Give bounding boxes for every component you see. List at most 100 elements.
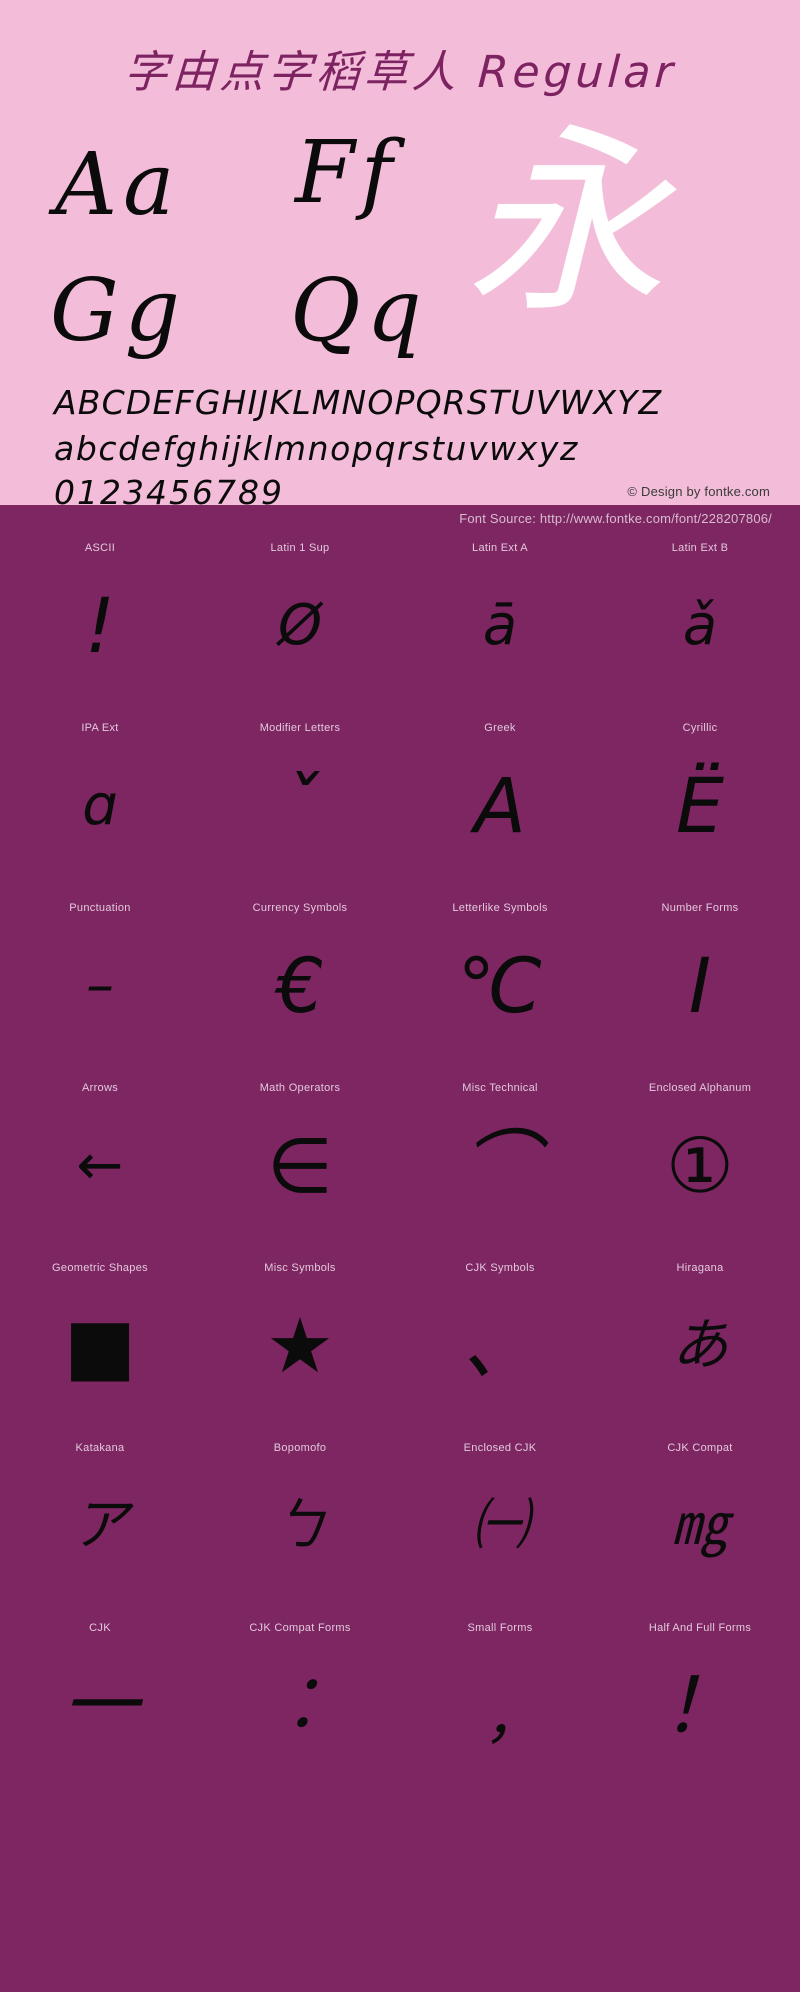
unicode-block-cell[interactable]: ASCII!	[0, 531, 200, 711]
unicode-block-cell[interactable]: Arrows ←	[0, 1071, 200, 1251]
unicode-block-sample-glyph: ★	[265, 1301, 335, 1390]
unicode-block-sample-glyph: Ⅰ	[688, 941, 712, 1030]
unicode-block-label: Punctuation	[69, 902, 131, 914]
unicode-block-sample-glyph: ㎎	[672, 1493, 728, 1558]
unicode-block-row: Punctuation – Currency Symbols € Letterlike …	[0, 891, 800, 1071]
unicode-block-label: Latin 1 Sup	[270, 542, 330, 554]
unicode-block-sample-glyph: ㄅ	[272, 1493, 328, 1558]
unicode-block-label: Latin Ext B	[671, 542, 729, 554]
unicode-block-sample-glyph: ！	[662, 1661, 738, 1750]
unicode-block-cell[interactable]: Latin Ext A ā	[400, 531, 600, 711]
unicode-block-sample-glyph: あ	[672, 1313, 728, 1378]
unicode-block-cell[interactable]: CJK Compat Forms ︰	[200, 1611, 400, 1811]
unicode-block-sample-glyph: ←	[76, 1133, 124, 1198]
alphabet-uppercase: ABCDEFGHIJKLMNOPQRSTUVWXYZ	[54, 383, 663, 422]
unicode-block-cell[interactable]: Math Operators ∈	[200, 1071, 400, 1251]
alphabet-lowercase: abcdefghijklmnopqrstuvwxyz	[54, 429, 579, 468]
letter-pair-gg: Gg	[50, 261, 186, 361]
letter-pair-aa: Aa	[55, 135, 181, 235]
font-title-row: 字由点字稻草人 Regular	[0, 34, 800, 112]
unicode-block-sample-glyph: Ø	[277, 593, 323, 658]
unicode-block-label: CJK Compat Forms	[249, 1622, 351, 1634]
unicode-block-label: Letterlike Symbols	[452, 902, 548, 914]
unicode-block-sample-glyph: ㈠	[472, 1493, 528, 1558]
unicode-block-label: Geometric Shapes	[52, 1262, 148, 1274]
unicode-block-sample-glyph: 一	[62, 1661, 138, 1750]
unicode-block-label: Number Forms	[661, 902, 739, 914]
unicode-block-label: IPA Ext	[81, 722, 119, 734]
unicode-block-cell[interactable]: Katakana ア	[0, 1431, 200, 1611]
unicode-block-cell[interactable]: Hiragana あ	[600, 1251, 800, 1431]
unicode-block-sample-glyph: ℃	[457, 941, 543, 1030]
unicode-block-cell[interactable]: Enclosed Alphanum ①	[600, 1071, 800, 1251]
unicode-block-sample-glyph: ア	[72, 1493, 128, 1558]
unicode-block-label: Arrows	[81, 1082, 119, 1094]
unicode-block-sample-glyph: Α	[474, 761, 526, 850]
unicode-block-sample-glyph: ①	[665, 1121, 735, 1210]
unicode-block-sample-glyph: 、	[462, 1301, 538, 1390]
unicode-block-label: Latin Ext A	[472, 542, 528, 554]
unicode-block-cell[interactable]: Misc Symbols ★	[200, 1251, 400, 1431]
font-source-bar: Font Source: http://www.fontke.com/font/…	[0, 505, 800, 531]
unicode-block-cell[interactable]: Modifier Letters ˇ	[200, 711, 400, 891]
unicode-block-sample-glyph: –	[86, 953, 114, 1018]
unicode-block-sample-glyph: ɑ	[82, 773, 118, 838]
unicode-block-cell[interactable]: IPA Ext ɑ	[0, 711, 200, 891]
unicode-block-cell[interactable]: Letterlike Symbols ℃	[400, 891, 600, 1071]
unicode-block-label: Math Operators	[259, 1082, 341, 1094]
unicode-block-label: Hiragana	[676, 1262, 724, 1274]
unicode-block-cell[interactable]: Bopomofo ㄅ	[200, 1431, 400, 1611]
unicode-block-sample-glyph: Ë	[675, 761, 725, 850]
unicode-block-sample-glyph: ˇ	[281, 761, 319, 850]
unicode-block-label: Misc Symbols	[264, 1262, 336, 1274]
unicode-block-label: CJK Compat	[667, 1442, 733, 1454]
unicode-block-row: ASCII! Latin 1 Sup Ø Latin Ext Aā Latin Ext …	[0, 531, 800, 711]
unicode-block-cell[interactable]: Number Forms Ⅰ	[600, 891, 800, 1071]
unicode-block-cell[interactable]: CJK 一	[0, 1611, 200, 1811]
unicode-block-cell[interactable]: Punctuation –	[0, 891, 200, 1071]
unicode-block-label: Greek	[484, 722, 516, 734]
unicode-block-cell[interactable]: Currency Symbols €	[200, 891, 400, 1071]
unicode-block-row: CJK 一 CJK Compat Forms ︰ Small Forms ﹐ Half An…	[0, 1611, 800, 1811]
unicode-block-label: ASCII	[84, 542, 116, 554]
unicode-block-label: Katakana	[75, 1442, 125, 1454]
unicode-block-sample-glyph: ∈	[266, 1121, 334, 1210]
unicode-block-label: Misc Technical	[462, 1082, 538, 1094]
unicode-block-sample-glyph: €	[275, 941, 325, 1030]
unicode-block-cell[interactable]: Cyrillic Ë	[600, 711, 800, 891]
unicode-block-label: Enclosed CJK	[463, 1442, 537, 1454]
font-specimen-page: 字由点字稻草人 Regular Aa Ff Gg Qq 永 ABCDEFGHIJ…	[0, 0, 800, 1992]
unicode-block-cell[interactable]: Half And Full Forms ！	[600, 1611, 800, 1811]
font-source-link[interactable]: Font Source: http://www.fontke.com/font/…	[459, 511, 800, 526]
unicode-block-sample-glyph: ǎ	[682, 593, 718, 658]
unicode-block-cell[interactable]: CJK Compat ㎎	[600, 1431, 800, 1611]
unicode-block-cell[interactable]: CJK Symbols 、	[400, 1251, 600, 1431]
unicode-block-cell[interactable]: Latin Ext B ǎ	[600, 531, 800, 711]
letter-pair-ff: Ff	[295, 123, 399, 223]
unicode-block-row: Katakana ア Bopomofo ㄅ Enclosed CJK ㈠ CJK Compa…	[0, 1431, 800, 1611]
unicode-block-label: CJK	[89, 1622, 111, 1634]
unicode-block-sample-glyph: ﹐	[462, 1661, 538, 1750]
copyright-notice: © Design by fontke.com	[627, 484, 770, 499]
unicode-block-row: Geometric Shapes ■ Misc Symbols ★ CJK Symbol…	[0, 1251, 800, 1431]
unicode-block-grid: ASCII! Latin 1 Sup Ø Latin Ext Aā Latin Ext …	[0, 531, 800, 1992]
unicode-block-cell[interactable]: Latin 1 Sup Ø	[200, 531, 400, 711]
unicode-block-label: Enclosed Alphanum	[648, 1082, 752, 1094]
unicode-block-cell[interactable]: Misc Technical ⌒	[400, 1071, 600, 1251]
large-letter-samples: Aa Ff Gg Qq 永	[0, 120, 800, 370]
unicode-block-label: Modifier Letters	[259, 722, 341, 734]
unicode-block-cell[interactable]: Greek Α	[400, 711, 600, 891]
unicode-block-row: Arrows ← Math Operators ∈ Misc Technical ⌒ Enc…	[0, 1071, 800, 1251]
unicode-block-cell[interactable]: Geometric Shapes ■	[0, 1251, 200, 1431]
unicode-block-cell[interactable]: Small Forms ﹐	[400, 1611, 600, 1811]
unicode-block-label: Bopomofo	[273, 1442, 327, 1454]
letter-pair-qq: Qq	[290, 261, 428, 361]
font-name-title: 字由点字稻草人 Regular	[122, 47, 678, 98]
unicode-block-sample-glyph: ︰	[262, 1661, 338, 1750]
unicode-block-label: Small Forms	[467, 1622, 533, 1634]
unicode-block-label: Currency Symbols	[252, 902, 348, 914]
unicode-block-row: IPA Ext ɑ Modifier Letters ˇ Greek Α Cyrillic Ë	[0, 711, 800, 891]
unicode-block-label: Half And Full Forms	[648, 1622, 752, 1634]
unicode-block-cell[interactable]: Enclosed CJK ㈠	[400, 1431, 600, 1611]
unicode-block-sample-glyph: ā	[482, 593, 518, 658]
